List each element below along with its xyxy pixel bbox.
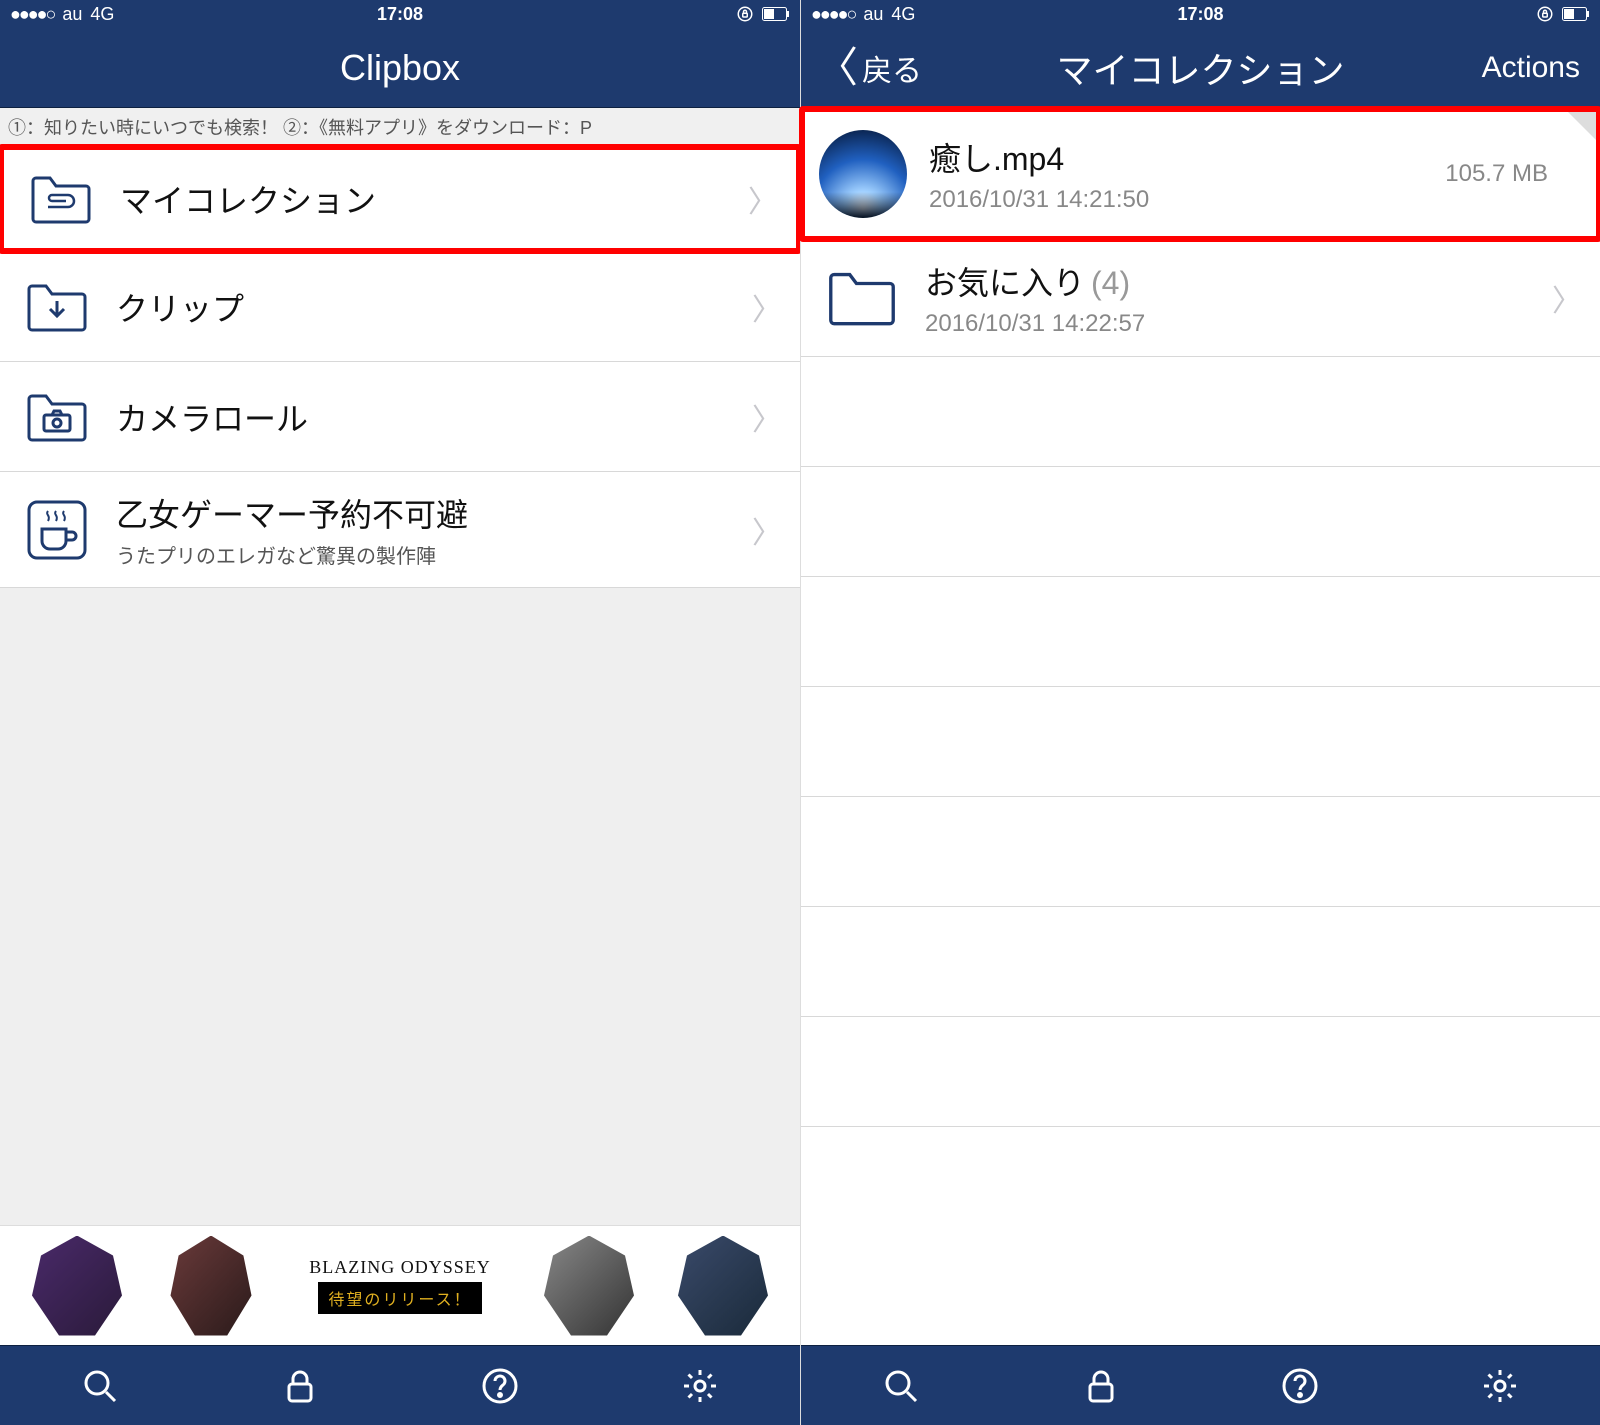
row-title: クリップ [116,284,752,330]
tab-settings[interactable] [1476,1362,1524,1410]
empty-area [0,588,800,1225]
folder-row[interactable]: お気に入り(4) 2016/10/31 14:22:57 〉 [801,240,1600,357]
network-label: 4G [90,4,114,25]
ad-center: BLAZING ODYSSEY 待望のリリース！ [300,1257,500,1314]
dogear-icon [1568,112,1596,140]
row-clip[interactable]: クリップ 〉 [0,252,800,362]
status-time: 17:08 [377,4,423,25]
row-my-collection[interactable]: マイコレクション 〉 [0,144,802,254]
folder-clip-icon [30,168,92,230]
back-label: 戻る [862,46,922,90]
video-thumbnail [819,130,907,218]
rotation-lock-icon [1536,5,1554,23]
ad-banner-top[interactable]: ①：知りたい時にいつでも検索！ ②：《無料アプリ》をダウンロード：P [0,108,800,146]
tab-lock[interactable] [1077,1362,1125,1410]
phone-left: ●●●●○ au 4G 17:08 Clipbox ①：知りたい時にいつでも検索… [0,0,800,1425]
network-label: 4G [891,4,915,25]
tab-lock[interactable] [276,1362,324,1410]
empty-rows [801,357,1600,1345]
carrier-label: au [62,4,82,25]
ad-title: BLAZING ODYSSEY [309,1257,491,1278]
folder-camera-icon [26,386,88,448]
file-date: 2016/10/31 14:21:50 [929,186,1445,214]
file-name: 癒し.mp4 [929,134,1445,180]
file-row[interactable]: 癒し.mp4 2016/10/31 14:21:50 105.7 MB [799,106,1600,242]
rotation-lock-icon [736,5,754,23]
tab-help[interactable] [476,1362,524,1410]
chevron-right-icon: 〉 [752,285,782,329]
chevron-left-icon: 〈 [816,47,858,89]
row-camera-roll[interactable]: カメラロール 〉 [0,362,800,472]
nav-title: マイコレクション [1056,42,1344,94]
signal-dots: ●●●●○ [811,4,855,25]
nav-bar: 〈 戻る マイコレクション Actions [801,28,1600,108]
main-list: マイコレクション 〉 クリップ 〉 [0,146,800,588]
phone-right: ●●●●○ au 4G 17:08 〈 戻る マイコレクション Actions … [800,0,1600,1425]
folder-name: お気に入り(4) [925,258,1552,304]
status-bar: ●●●●○ au 4G 17:08 [801,0,1600,28]
folder-count: (4) [1091,265,1130,301]
row-subtitle: うたプリのエレガなど驚異の製作陣 [116,540,752,569]
tab-search[interactable] [76,1362,124,1410]
battery-icon [1562,7,1590,21]
folder-download-icon [26,276,88,338]
folder-icon [827,267,897,329]
file-list: 癒し.mp4 2016/10/31 14:21:50 105.7 MB お気に入… [801,108,1600,357]
coffee-icon [26,499,88,561]
ad-character-icon [171,1236,252,1336]
row-title: マイコレクション [120,176,748,222]
ad-banner-bottom[interactable]: BLAZING ODYSSEY 待望のリリース！ [0,1225,800,1345]
actions-button[interactable]: Actions [1482,51,1580,85]
ad-tagline: 待望のリリース！ [318,1282,481,1314]
nav-title: Clipbox [340,47,460,89]
ad-character-icon [544,1236,634,1336]
carrier-label: au [863,4,883,25]
tab-search[interactable] [877,1362,925,1410]
tab-settings[interactable] [676,1362,724,1410]
nav-bar: Clipbox [0,28,800,108]
status-time: 17:08 [1177,4,1223,25]
back-button[interactable]: 〈 戻る [816,46,922,90]
battery-icon [762,7,790,21]
tab-bar [801,1345,1600,1425]
tab-bar [0,1345,800,1425]
tab-help[interactable] [1276,1362,1324,1410]
signal-dots: ●●●●○ [10,4,54,25]
ad-character-icon [32,1236,122,1336]
row-promo[interactable]: 乙女ゲーマー予約不可避 うたプリのエレガなど驚異の製作陣 〉 [0,472,800,588]
chevron-right-icon: 〉 [1552,276,1582,320]
folder-date: 2016/10/31 14:22:57 [925,310,1552,338]
file-size: 105.7 MB [1445,160,1548,188]
chevron-right-icon: 〉 [752,508,782,552]
row-title: 乙女ゲーマー予約不可避 [116,490,752,536]
chevron-right-icon: 〉 [748,177,778,221]
status-bar: ●●●●○ au 4G 17:08 [0,0,800,28]
ad-character-icon [678,1236,768,1336]
row-title: カメラロール [116,394,752,440]
chevron-right-icon: 〉 [752,395,782,439]
